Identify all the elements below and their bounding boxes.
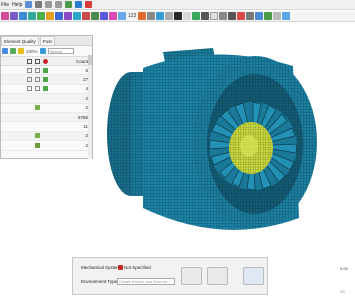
measure-icon[interactable] <box>147 12 156 20</box>
shape-icon[interactable] <box>10 12 18 20</box>
element-icon[interactable] <box>64 12 72 20</box>
model-icon[interactable] <box>75 1 83 8</box>
refine-icon[interactable] <box>73 12 81 20</box>
environment-type-select[interactable]: Create Interior and Exterior... <box>117 278 175 285</box>
split-icon[interactable] <box>100 12 108 20</box>
menu-file[interactable]: File <box>1 2 9 8</box>
warning-icon[interactable] <box>18 48 24 54</box>
run-icon[interactable] <box>65 1 73 8</box>
tab-element-quality[interactable]: Element Quality <box>1 36 39 45</box>
filter-icon[interactable] <box>2 48 8 54</box>
home-icon[interactable] <box>25 1 33 8</box>
panel-search-input[interactable]: Search <box>47 48 74 54</box>
merge-icon[interactable] <box>109 12 117 20</box>
panel-tabs: Element Quality Post <box>1 36 92 46</box>
save-icon[interactable] <box>35 1 43 8</box>
info-icon[interactable] <box>39 48 46 54</box>
resize-handle-icon[interactable] <box>340 290 345 293</box>
list-item[interactable]: 2 <box>1 141 92 151</box>
edge-icon[interactable] <box>46 12 54 20</box>
box-icon[interactable] <box>210 12 219 20</box>
mechanical-system-bar: Mechanical System: Not Specified Environ… <box>72 257 268 295</box>
undo-icon[interactable] <box>45 1 53 8</box>
tab-post[interactable]: Post <box>39 36 55 45</box>
refresh-icon[interactable] <box>10 48 16 54</box>
print-icon[interactable] <box>219 12 228 20</box>
menu-help[interactable]: Help <box>12 2 22 8</box>
status-badge <box>118 265 123 270</box>
assign-system-button[interactable] <box>181 267 202 285</box>
toolbar-counter: 123 <box>128 13 137 19</box>
menu-bar: File Help <box>0 0 355 10</box>
list-item[interactable]: 5756 <box>1 112 92 123</box>
visible-icon <box>25 58 33 64</box>
list-item[interactable]: 11 <box>1 122 92 132</box>
panel-toolbar: 100% Search <box>1 46 92 57</box>
surface-icon[interactable] <box>28 12 36 20</box>
settings-icon[interactable] <box>273 12 282 20</box>
shell-icon <box>34 133 40 139</box>
transform-icon[interactable] <box>138 12 147 20</box>
quality-list: 6 27 4 2 2 5756 11 2 2 <box>1 66 92 151</box>
show-icon[interactable] <box>192 12 201 20</box>
cube-icon[interactable] <box>19 12 27 20</box>
element-quality-panel: Element Quality Post 100% Search Count 6… <box>0 35 93 159</box>
scale-readout: 0.00 <box>340 266 348 271</box>
list-item[interactable]: 4 <box>1 85 92 95</box>
mechanical-system-label: Mechanical System: <box>81 265 122 270</box>
environment-type-label: Environment Type: <box>81 279 119 284</box>
rotate-icon[interactable] <box>264 12 273 20</box>
quality-color-icon <box>42 77 48 83</box>
checkbox-icon[interactable] <box>34 86 40 92</box>
camera-icon[interactable] <box>165 12 174 20</box>
group-icon <box>34 142 40 148</box>
list-item[interactable]: 2 <box>1 104 92 113</box>
clip-icon[interactable] <box>237 12 246 20</box>
delete-icon[interactable] <box>82 12 90 20</box>
wire-icon[interactable] <box>201 12 210 20</box>
main-toolbar: 123 <box>0 11 355 22</box>
gear-button[interactable] <box>207 267 228 285</box>
search-icon[interactable] <box>246 12 255 20</box>
hide-icon[interactable] <box>183 12 192 20</box>
stop-icon[interactable] <box>85 1 93 8</box>
display-icon[interactable] <box>174 12 183 20</box>
node-icon[interactable] <box>55 12 63 20</box>
quality-color-icon <box>42 86 48 92</box>
quality-icon[interactable] <box>91 12 99 20</box>
iso-view-icon[interactable] <box>282 12 291 20</box>
list-item[interactable]: 6 <box>1 66 92 76</box>
lock-icon <box>33 58 41 64</box>
list-item[interactable]: 27 <box>1 75 92 85</box>
checkbox-icon[interactable] <box>34 77 40 83</box>
engine-mesh-model[interactable] <box>93 22 355 257</box>
quality-color-icon <box>42 67 48 73</box>
mechanical-system-value[interactable]: Not Specified <box>124 265 151 270</box>
view-icon[interactable] <box>156 12 165 20</box>
project-icon[interactable] <box>118 12 126 20</box>
panel-column-header: Count <box>1 57 92 66</box>
environment-cube-button[interactable] <box>243 267 264 285</box>
redo-icon[interactable] <box>55 1 63 8</box>
list-item[interactable]: 2 <box>1 94 92 104</box>
color-icon <box>41 58 49 64</box>
list-item[interactable]: 2 <box>1 131 92 142</box>
screenshot-icon[interactable] <box>228 12 237 20</box>
shell-icon <box>34 105 40 111</box>
panel-zoom[interactable]: 100% <box>26 49 38 54</box>
select-icon[interactable] <box>1 12 9 20</box>
checkbox-icon[interactable] <box>34 67 40 73</box>
fit-icon[interactable] <box>255 12 264 20</box>
panel-scrollbar[interactable] <box>88 55 92 159</box>
checkbox-icon[interactable] <box>26 86 32 92</box>
checkbox-icon[interactable] <box>26 67 32 73</box>
checkbox-icon[interactable] <box>26 77 32 83</box>
mesh-icon[interactable] <box>37 12 45 20</box>
3d-viewport[interactable] <box>93 22 355 257</box>
